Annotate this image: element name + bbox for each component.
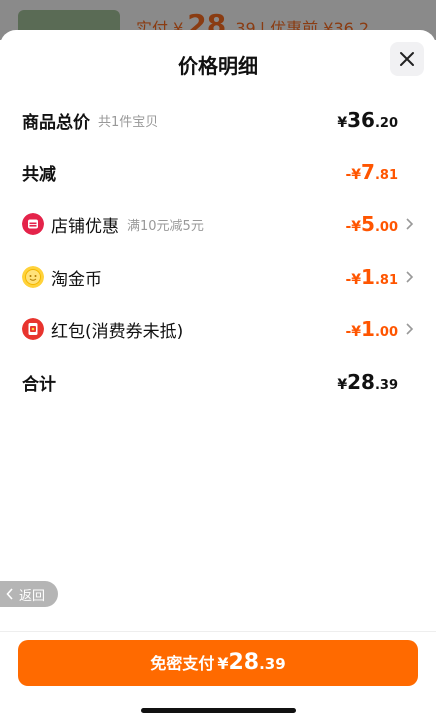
close-button[interactable] (390, 42, 424, 76)
close-icon (400, 52, 414, 66)
row-gold-coin[interactable]: 淘金币 -¥ 1.81 (22, 261, 414, 293)
row-total-reduction: 共减 -¥ 7.81 (22, 156, 414, 188)
gold-coin-amount: -¥ 1.81 (345, 265, 414, 289)
back-button[interactable]: 返回 (0, 581, 58, 607)
row-red-packet[interactable]: 红包(消费券未抵) -¥ 1.00 (22, 313, 414, 345)
store-discount-label: 店铺优惠 (51, 216, 119, 237)
back-label: 返回 (19, 588, 46, 604)
password-free-pay-button[interactable]: 免密支付 ¥28.39 (18, 640, 418, 686)
chevron-right-icon (406, 271, 414, 283)
sheet-title: 价格明细 (178, 54, 258, 78)
row-store-discount[interactable]: 店铺优惠 满10元减5元 -¥ 5.00 (22, 208, 414, 240)
goods-total-amount: ¥36.20 (337, 108, 398, 132)
total-reduction-label: 共减 (22, 164, 56, 185)
store-coupon-icon (22, 213, 44, 235)
pay-label: 免密支付 (150, 654, 215, 673)
store-discount-rule: 满10元减5元 (127, 218, 204, 234)
red-packet-amount: -¥ 1.00 (345, 317, 414, 341)
gold-coin-label: 淘金币 (51, 269, 102, 290)
footer-divider (0, 631, 436, 632)
row-grand-total: 合计 ¥28.39 (22, 366, 414, 398)
row-goods-total: 商品总价 共1件宝贝 ¥36.20 (22, 104, 414, 136)
chevron-left-icon (6, 588, 13, 600)
goods-total-label: 商品总价 (22, 112, 90, 133)
grand-total-label: 合计 (22, 374, 56, 395)
chevron-right-icon (406, 323, 414, 335)
red-packet-label: 红包(消费券未抵) (51, 321, 184, 342)
total-reduction-amount: -¥ 7.81 (345, 160, 398, 184)
red-packet-icon (22, 318, 44, 340)
grand-total-amount: ¥28.39 (337, 370, 398, 394)
gold-coin-icon (22, 266, 44, 288)
goods-count: 共1件宝贝 (98, 114, 159, 130)
store-discount-amount: -¥ 5.00 (345, 212, 414, 236)
home-indicator (141, 708, 296, 713)
chevron-right-icon (406, 218, 414, 230)
